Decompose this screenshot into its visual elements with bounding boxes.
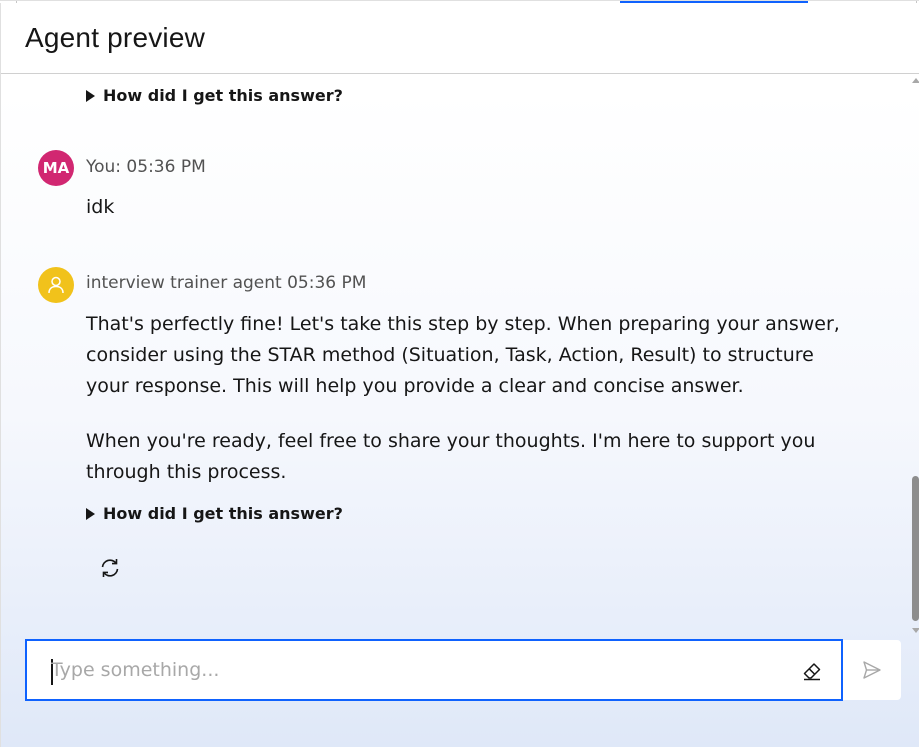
- agent-message-line: consider using the STAR method (Situatio…: [86, 344, 814, 366]
- answer-explanation-toggle[interactable]: How did I get this answer?: [86, 86, 343, 105]
- chat-log[interactable]: How did I get this answer? MA You: 05:36…: [1, 74, 909, 634]
- send-button[interactable]: [843, 640, 901, 700]
- chat-scrollbar[interactable]: [910, 74, 919, 637]
- toggle-label: How did I get this answer?: [103, 86, 343, 105]
- refresh-icon: [101, 559, 119, 577]
- user-outline-icon: [48, 276, 64, 294]
- caret-right-icon: [86, 507, 95, 520]
- agent-message-line: through this process.: [86, 461, 287, 483]
- user-message-text: idk: [86, 196, 115, 218]
- avatar: MA: [38, 150, 74, 186]
- scroll-down-arrow-icon[interactable]: [912, 628, 919, 633]
- toggle-label: How did I get this answer?: [103, 504, 343, 523]
- avatar-initials: MA: [42, 159, 70, 177]
- agent-message-line: When you're ready, feel free to share yo…: [86, 430, 816, 452]
- message-meta: interview trainer agent 05:36 PM: [86, 273, 367, 293]
- scrollbar-thumb[interactable]: [912, 476, 919, 621]
- answer-explanation-toggle[interactable]: How did I get this answer?: [86, 504, 343, 523]
- scroll-up-arrow-icon[interactable]: [912, 78, 919, 83]
- message-meta: You: 05:36 PM: [86, 157, 206, 177]
- agent-avatar: [38, 267, 74, 303]
- message-input-container[interactable]: [25, 639, 843, 701]
- message-input[interactable]: [51, 653, 771, 687]
- eraser-icon: [803, 663, 821, 681]
- panel-header: Agent preview: [1, 3, 919, 74]
- regenerate-button[interactable]: [96, 554, 124, 582]
- caret-right-icon: [86, 89, 95, 102]
- agent-message-line: your response. This will help you provid…: [86, 375, 744, 397]
- agent-message-line: That's perfectly fine! Let's take this s…: [86, 313, 840, 335]
- page-title: Agent preview: [25, 22, 206, 53]
- send-icon: [863, 661, 881, 679]
- agent-preview-panel: Agent preview How did I get this answer?…: [0, 3, 919, 747]
- clear-input-button[interactable]: [799, 657, 825, 683]
